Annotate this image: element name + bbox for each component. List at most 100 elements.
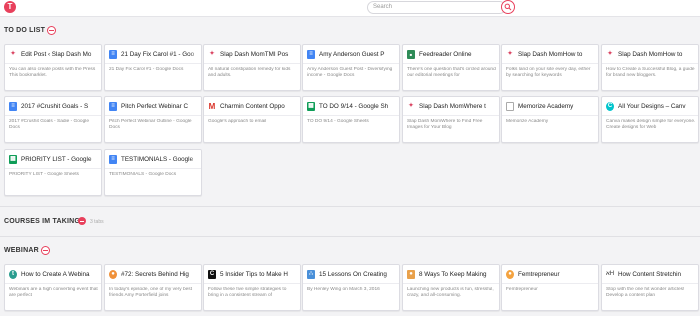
card-title: How Content Stretchin — [618, 271, 681, 278]
tab-card[interactable]: t How to Create A Webina Webinars are a h… — [4, 264, 102, 311]
tab-card[interactable]: ✦ Slap Dash MomTMI Pos All natural consti… — [203, 44, 301, 91]
docs-icon: ≡ — [307, 50, 315, 59]
card-description: By Henley Wing on March 3, 2016 — [307, 287, 380, 292]
tab-card[interactable]: ≡ 2017 #Crushit Goals - S 2017 #Crushit G… — [4, 96, 102, 143]
app-logo-icon[interactable]: T — [4, 1, 16, 13]
card-description: Launching new products is fun, stressful… — [407, 287, 494, 298]
photo-icon: ● — [407, 270, 415, 279]
docs-icon: ≡ — [109, 102, 117, 111]
tab-card[interactable]: ∴ 15 Lessons On Creating By Henley Wing o… — [302, 264, 400, 311]
tab-card[interactable]: ✦ Slap Dash MomHow to Folks land on your … — [501, 44, 599, 91]
podcast-icon: ● — [109, 270, 117, 279]
card-description: In today's episode, one of my very best … — [109, 287, 193, 298]
quill-icon: ✦ — [9, 50, 17, 59]
tab-card[interactable]: ✦ Edit Post ‹ Slap Dash Mo You can also c… — [4, 44, 102, 91]
ah-icon: אH — [606, 270, 615, 279]
card-description: TO DO 9/14 - Google Sheets — [307, 119, 369, 124]
collapsed-toggle-icon[interactable] — [78, 217, 86, 225]
quill-icon: ✦ — [506, 50, 514, 59]
docs-icon: ≡ — [109, 50, 117, 59]
card-title: Memorize Academy — [518, 103, 574, 110]
search-button[interactable] — [501, 0, 515, 14]
card-description: Femtrepreneur — [506, 287, 538, 292]
card-description: Stop with the one hit wonder articles! D… — [606, 287, 685, 298]
tab-card[interactable]: Memorize Academy Memorize Academy — [501, 96, 599, 143]
card-description: How to Create a Successful Blog, a guide… — [606, 67, 695, 78]
collapse-toggle-icon[interactable] — [47, 26, 56, 35]
chart-icon: ∴ — [307, 270, 315, 279]
card-title: Amy Anderson Guest P — [319, 51, 385, 58]
tab-card[interactable]: ≡ TESTIMONIALS - Google TESTIMONIALS - Go… — [104, 149, 202, 196]
card-description: Memorize Academy — [506, 119, 549, 124]
tab-card[interactable]: ▦ PRIORITY LIST - Google PRIORITY LIST - … — [4, 149, 102, 196]
c-icon: C — [208, 270, 216, 279]
tab-card[interactable]: ■ Feedreader Online There's one question … — [402, 44, 500, 91]
card-title: PRIORITY LIST - Google — [21, 156, 92, 163]
card-title: 5 Insider Tips to Make H — [220, 271, 288, 278]
tab-card[interactable]: ▦ TO DO 9/14 - Google Sh TO DO 9/14 - Goo… — [302, 96, 400, 143]
card-description: 2017 #Crushit Goals - Sadie - Google Doc… — [9, 119, 89, 130]
card-description: Google's approach to email — [208, 119, 267, 124]
tab-card[interactable]: ≡ 21 Day Fix Carol #1 - Goo 21 Day Fix Ca… — [104, 44, 202, 91]
card-description: 21 Day Fix Carol #1 - Google Docs — [109, 67, 184, 72]
card-title: How to Create A Webina — [21, 271, 90, 278]
tab-card[interactable]: ≡ Pitch Perfect Webinar C Pitch Perfect W… — [104, 96, 202, 143]
tab-card[interactable]: M Charmin Content Oppo Google's approach … — [203, 96, 301, 143]
card-description: PRIORITY LIST - Google Sheets — [9, 172, 79, 177]
card-title: Pitch Perfect Webinar C — [121, 103, 189, 110]
card-description: Folks land on your site every day, eithe… — [506, 67, 591, 78]
tab-card[interactable]: C All Your Designs – Canv Canva makes des… — [601, 96, 699, 143]
search-input[interactable]: Search — [367, 1, 506, 14]
card-description: Webinars are a high converting event tha… — [9, 287, 98, 298]
card-description: All natural constipation remedy for kids… — [208, 67, 291, 78]
card-title: 2017 #Crushit Goals - S — [21, 103, 89, 110]
docs-icon: ≡ — [9, 102, 17, 111]
tab-card[interactable]: ● 8 Ways To Keep Making Launching new pro… — [402, 264, 500, 311]
card-title: Edit Post ‹ Slap Dash Mo — [21, 51, 92, 58]
card-description: You can also create posts with the Press… — [9, 67, 96, 78]
sheets-icon: ▦ — [9, 155, 17, 164]
card-title: Femtrepreneur — [518, 271, 560, 278]
tab-card[interactable]: ✦ Slap Dash MomHow to How to Create a Suc… — [601, 44, 699, 91]
tab-card[interactable]: ● #72: Secrets Behind Hig In today's epis… — [104, 264, 202, 311]
section-title-courses: COURSES IM TAKING — [4, 218, 80, 225]
section-tab-count: 3 tabs — [90, 219, 104, 225]
quill-icon: ✦ — [606, 50, 614, 59]
page-icon — [506, 102, 514, 111]
search-icon — [504, 3, 512, 11]
card-title: Slap Dash MomTMI Pos — [220, 51, 289, 58]
card-description: Canva makes design simple for everyone. … — [606, 119, 696, 130]
sheets-icon: ▦ — [307, 102, 315, 111]
card-title: Feedreader Online — [419, 51, 472, 58]
quill-icon: ✦ — [208, 50, 216, 59]
card-title: 8 Ways To Keep Making — [419, 271, 487, 278]
docs-icon: ≡ — [109, 155, 117, 164]
canva-icon: C — [606, 102, 614, 111]
feedreader-icon: ■ — [407, 50, 415, 59]
card-title: TO DO 9/14 - Google Sh — [319, 103, 389, 110]
card-description: TESTIMONIALS - Google Docs — [109, 172, 177, 177]
collapse-toggle-icon[interactable] — [41, 246, 50, 255]
gmail-icon: M — [208, 102, 216, 111]
tab-card[interactable]: C 5 Insider Tips to Make H Follow these f… — [203, 264, 301, 311]
tab-card[interactable]: אH How Content Stretchin Stop with the on… — [601, 264, 699, 311]
card-description: There's one question that's circled arou… — [407, 67, 496, 78]
card-title: Slap Dash MomHow to — [618, 51, 683, 58]
teachable-icon: t — [9, 270, 17, 279]
femtrepreneur-icon: ● — [506, 270, 514, 279]
tab-card[interactable]: ● Femtrepreneur Femtrepreneur — [501, 264, 599, 311]
tab-card[interactable]: ≡ Amy Anderson Guest P Amy Anderson Guest… — [302, 44, 400, 91]
section-title-webinar: WEBINAR — [4, 247, 39, 254]
section-divider — [0, 236, 700, 237]
card-description: Follow these five simple strategies to b… — [208, 287, 287, 298]
card-title: 21 Day Fix Carol #1 - Goo — [121, 51, 195, 58]
section-title-todo: TO DO LIST — [4, 27, 46, 34]
card-title: Slap Dash MomHow to — [518, 51, 583, 58]
card-title: Charmin Content Oppo — [220, 103, 285, 110]
card-title: #72: Secrets Behind Hig — [121, 271, 189, 278]
card-description: Pitch Perfect Webinar Outline - Google D… — [109, 119, 192, 130]
top-bar: T Search — [0, 0, 700, 17]
tab-card[interactable]: ✦ Slap Dash MomWhere t Slap Dash MomWhere… — [402, 96, 500, 143]
card-title: All Your Designs – Canv — [618, 103, 686, 110]
card-title: TESTIMONIALS - Google — [121, 156, 194, 163]
